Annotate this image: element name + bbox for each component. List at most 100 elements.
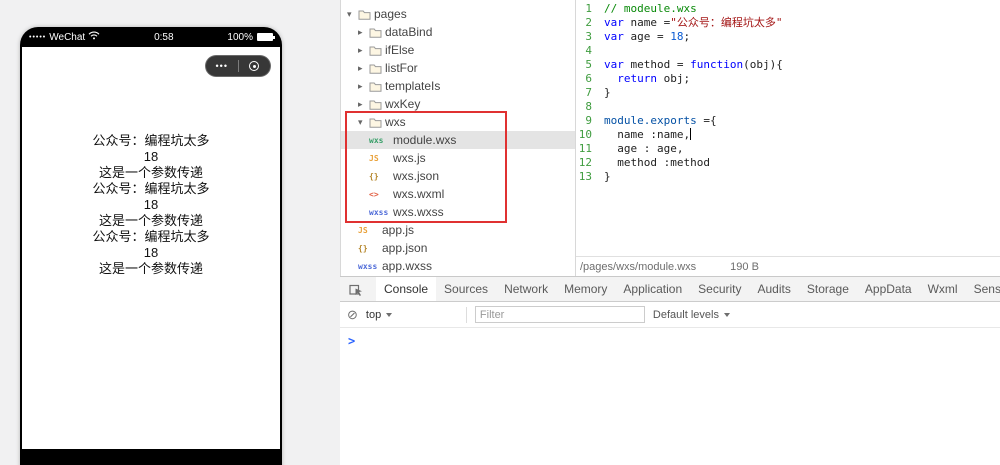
code-token: ={ [696,114,717,127]
tab-sensor[interactable]: Sensor [966,277,1000,301]
chevron-down-icon [723,312,730,317]
code-line[interactable]: 5 var method = function(obj){ [576,58,1000,72]
tree-item-label: wxs.wxml [393,187,445,201]
code-line[interactable]: 8 [576,100,1000,114]
code-text: } [604,86,611,100]
editor-status-bar: /pages/wxs/module.wxs 190 B [576,256,1000,276]
line-number: 11 [578,142,592,155]
chevron-right-icon[interactable]: ▸ [358,27,369,38]
code-text: var name ="公众号：编程坑太多" [604,16,782,30]
tab-audits[interactable]: Audits [750,277,799,301]
tree-item-wxs.wxss[interactable]: wxss wxs.wxss [341,203,575,221]
tree-item-templateIs[interactable]: ▸ templateIs [341,77,575,95]
tree-item-listFor[interactable]: ▸ listFor [341,59,575,77]
tab-security[interactable]: Security [690,277,749,301]
folder-icon [369,81,385,92]
file-type-icon: wxs [369,135,384,145]
chevron-right-icon[interactable]: ▸ [358,99,369,110]
chevron-right-icon[interactable]: ▸ [358,45,369,56]
console-prompt: > [348,334,356,348]
log-levels-label: Default levels [652,308,719,321]
chevron-down-icon[interactable]: ▾ [358,117,369,128]
tree-item-wxs.json[interactable]: {} wxs.json [341,167,575,185]
tree-item-label: app.js [382,223,415,237]
tab-console[interactable]: Console [376,277,437,301]
line-number: 7 [585,86,592,99]
code-editor[interactable]: 1 // modeule.wxs 2 var name ="公众号：编程坑太多" 3 va… [576,0,1000,256]
code-token: // modeule.wxs [604,2,697,15]
code-text: // modeule.wxs [604,2,697,16]
line-number: 6 [585,72,592,85]
tab-wxml[interactable]: Wxml [920,277,966,301]
inspect-icon[interactable] [344,282,368,296]
tree-item-label: wxs [385,115,406,129]
tree-item-app.js[interactable]: JS app.js [341,221,575,239]
code-token: name = [623,16,671,29]
console-output[interactable]: > [340,328,1000,354]
tree-item-label: ifElse [385,43,415,57]
code-token: name :name, [604,128,691,141]
tree-item-wxKey[interactable]: ▸ wxKey [341,95,575,113]
code-line[interactable]: 4 [576,44,1000,58]
text-cursor [690,128,692,140]
code-line[interactable]: 1 // modeule.wxs [576,2,1000,16]
tree-item-wxs.js[interactable]: JS wxs.js [341,149,575,167]
phone-text-line: 公众号：编程坑太多 [92,133,210,148]
tab-sources[interactable]: Sources [436,277,496,301]
file-size-label: 190 B [730,260,759,273]
line-number: 2 [585,16,592,29]
file-tree: ▾ pages ▸ dataBind ▸ ifElse ▸ listFor ▸ templateI… [341,5,575,275]
file-explorer-panel: ▾ pages ▸ dataBind ▸ ifElse ▸ listFor ▸ templateI… [340,0,576,276]
code-line[interactable]: 12 method :method [576,156,1000,170]
capsule-menu: ••• [205,55,271,77]
debugger-tab-bar: Console Sources Network Memory Application Se… [340,277,1000,302]
code-line[interactable]: 9 module.exports ={ [576,114,1000,128]
folder-icon [369,45,385,56]
wifi-icon [88,31,100,43]
battery-icon [256,33,275,41]
code-token: age : age, [604,142,684,155]
clear-console-icon[interactable]: ⊘ [347,308,358,321]
code-line[interactable]: 3 var age = 18; [576,30,1000,44]
log-levels-dropdown[interactable]: Default levels [653,309,730,321]
filter-input[interactable] [474,306,645,323]
chevron-right-icon[interactable]: ▸ [358,81,369,92]
code-line[interactable]: 13} [576,170,1000,184]
tree-item-module.wxs[interactable]: wxs module.wxs [341,131,575,149]
tree-item-label: templateIs [385,79,441,93]
tree-item-app.wxss[interactable]: wxss app.wxss [341,257,575,275]
tree-item-app.json[interactable]: {} app.json [341,239,575,257]
tree-item-label: app.json [382,241,428,255]
chevron-right-icon[interactable]: ▸ [358,63,369,74]
chevron-down-icon[interactable]: ▾ [347,9,358,20]
tab-application[interactable]: Application [615,277,690,301]
phone-text-line: 这是一个参数传递 [98,261,203,276]
more-button[interactable]: ••• [206,55,238,77]
tab-storage[interactable]: Storage [799,277,857,301]
file-type-icon: <> [369,189,379,199]
tree-item-ifElse[interactable]: ▸ ifElse [341,41,575,59]
code-line[interactable]: 11 age : age, [576,142,1000,156]
tree-item-pages[interactable]: ▾ pages [341,5,575,23]
line-number: 8 [585,100,592,113]
code-line[interactable]: 10 name :name, [576,128,1000,142]
folder-icon [369,117,385,128]
tree-item-wxs[interactable]: ▾ wxs [341,113,575,131]
tree-item-label: dataBind [385,25,433,39]
exit-button[interactable] [239,61,271,71]
simulator-panel: ••••• WeChat 0:58 100% ••• 公众号：编程坑太多 18 … [0,0,340,465]
tree-item-dataBind[interactable]: ▸ dataBind [341,23,575,41]
tree-item-wxs.wxml[interactable]: <> wxs.wxml [341,185,575,203]
code-line[interactable]: 2 var name ="公众号：编程坑太多" [576,16,1000,30]
phone-text-line: 公众号：编程坑太多 [92,229,210,244]
tab-network[interactable]: Network [496,277,556,301]
code-token: ; [683,30,691,43]
code-token: } [604,170,611,183]
phone-text-line: 18 [143,197,159,212]
tab-memory[interactable]: Memory [556,277,615,301]
code-line[interactable]: 6 return obj; [576,72,1000,86]
tab-appdata[interactable]: AppData [857,277,920,301]
context-selector[interactable]: top [366,309,458,321]
code-line[interactable]: 7} [576,86,1000,100]
file-type-icon: JS [358,225,368,235]
